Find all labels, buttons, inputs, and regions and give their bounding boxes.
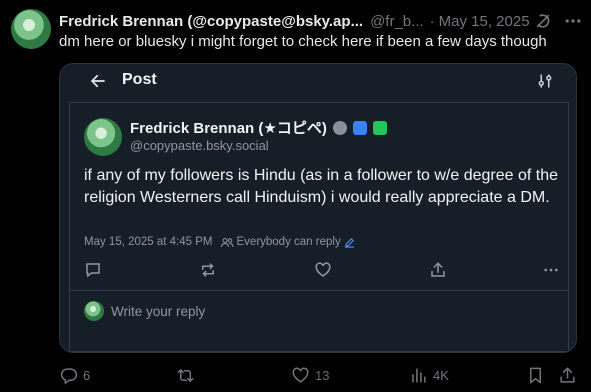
- card-action-bar: [84, 261, 559, 281]
- bookmark-icon: [529, 367, 542, 383]
- bar-chart-icon: [412, 367, 426, 383]
- tweet-date[interactable]: May 15, 2025: [439, 13, 530, 30]
- people-icon: [220, 237, 233, 247]
- card-timestamp: May 15, 2025 at 4:45 PM: [84, 236, 213, 248]
- bookmark-button[interactable]: [526, 365, 545, 385]
- more-icon[interactable]: [563, 11, 583, 31]
- like-count: 13: [315, 367, 330, 383]
- card-author-handle[interactable]: @copypaste.bsky.social: [130, 138, 269, 153]
- card-author-name[interactable]: Fredrick Brennan (★コピペ): [130, 117, 387, 138]
- embedded-screenshot[interactable]: Post Fredrick Brennan (★コピペ) @copypaste.…: [59, 63, 577, 353]
- card-avatar[interactable]: [84, 118, 122, 156]
- card-post-body: if any of my followers is Hindu (as in a…: [84, 167, 558, 206]
- tweet[interactable]: Fredrick Brennan (@copypaste@bsky.ap... …: [0, 0, 591, 392]
- reply-avatar: [84, 301, 104, 321]
- reply-input[interactable]: [111, 301, 411, 321]
- share-icon[interactable]: [429, 261, 447, 279]
- retweet-button[interactable]: [176, 365, 195, 385]
- repost-icon[interactable]: [199, 261, 217, 279]
- comment-icon: [60, 367, 78, 384]
- heart-icon: [292, 367, 309, 383]
- upload-icon: [560, 366, 575, 383]
- sliders-icon[interactable]: [536, 72, 554, 90]
- tweet-header: Fredrick Brennan (@copypaste@bsky.ap... …: [59, 11, 583, 31]
- author-handle[interactable]: @fr_b...: [370, 13, 424, 30]
- tweet-action-bar: 6 13 4K: [59, 365, 579, 387]
- share-button[interactable]: [558, 365, 577, 385]
- reply-count: 6: [83, 367, 91, 383]
- divider: [70, 290, 568, 291]
- blue-square-emoji-icon: [352, 120, 367, 135]
- author-name[interactable]: Fredrick Brennan (@copypaste@bsky.ap...: [59, 13, 363, 30]
- like-icon[interactable]: [314, 261, 332, 279]
- post-header-bar: Post: [60, 64, 576, 98]
- card-more-icon[interactable]: [542, 261, 560, 279]
- pencil-icon[interactable]: [344, 237, 355, 248]
- views-button[interactable]: 4K: [409, 365, 449, 385]
- card-meta: May 15, 2025 at 4:45 PM Everybody can re…: [84, 236, 355, 248]
- grok-icon[interactable]: [533, 11, 553, 31]
- raccoon-emoji-icon: [332, 120, 347, 135]
- like-button[interactable]: 13: [291, 365, 329, 385]
- retweet-icon: [177, 368, 194, 382]
- separator-dot: ·: [429, 12, 435, 30]
- reply-setting[interactable]: Everybody can reply: [237, 236, 341, 248]
- post-title: Post: [122, 71, 157, 88]
- green-book-emoji-icon: [372, 120, 387, 135]
- view-count: 4K: [433, 367, 449, 383]
- reply-icon[interactable]: [84, 261, 102, 279]
- card-author-name-text: Fredrick Brennan (★コピペ): [130, 120, 327, 137]
- bluesky-post-card: Fredrick Brennan (★コピペ) @copypaste.bsky.…: [69, 102, 569, 352]
- replies-button[interactable]: 6: [59, 365, 90, 385]
- avatar[interactable]: [11, 9, 51, 49]
- back-arrow-icon[interactable]: [88, 72, 108, 90]
- tweet-text: dm here or bluesky i might forget to che…: [59, 33, 547, 50]
